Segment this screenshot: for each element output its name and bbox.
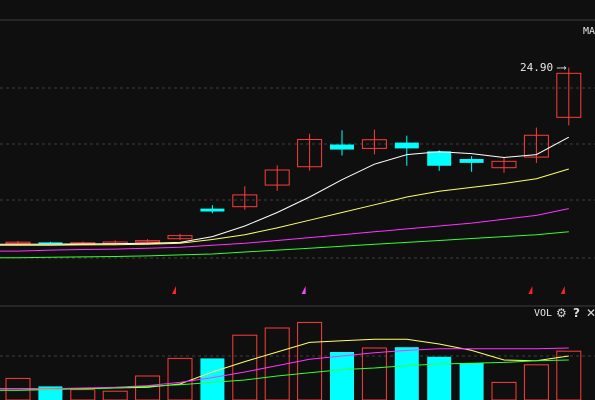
chart-canvas[interactable] (0, 0, 595, 400)
volume-bar-down (330, 352, 354, 400)
candle-body-down (427, 151, 452, 166)
signal-marker (172, 286, 176, 294)
candle-body-down (330, 144, 354, 150)
gear-icon[interactable]: ⚙ (556, 306, 567, 320)
ma-line-ma10 (0, 168, 569, 246)
signal-marker (528, 286, 533, 294)
candle-body-down (459, 159, 484, 163)
volume-bar-up (232, 334, 258, 400)
question-icon[interactable]: ? (573, 306, 580, 320)
last-price-callout: 24.90 → (520, 61, 567, 74)
candle-body-down (394, 142, 419, 149)
ma-indicator-label[interactable]: MA (583, 26, 595, 38)
candlestick-chart-window[interactable]: MA 24.90 → VOL ⚙ ? ✕ (0, 0, 595, 400)
volume-bar-up (491, 381, 517, 400)
volume-bar-up (135, 375, 161, 400)
volume-bar-up (167, 357, 193, 400)
volume-bar-down (427, 356, 452, 400)
signal-marker (560, 286, 565, 294)
volume-bar-down (459, 363, 484, 400)
volume-bar-up (556, 350, 582, 400)
volume-indicator-label[interactable]: VOL (534, 308, 552, 320)
volume-bar-up (102, 390, 128, 400)
candle-body-down (200, 208, 225, 212)
volume-bar-down (394, 347, 419, 400)
volume-bar-up (523, 364, 549, 400)
close-icon[interactable]: ✕ (586, 306, 595, 320)
signal-marker (301, 286, 306, 294)
volume-bar-up (70, 389, 96, 400)
ma-line-ma5 (0, 136, 570, 245)
